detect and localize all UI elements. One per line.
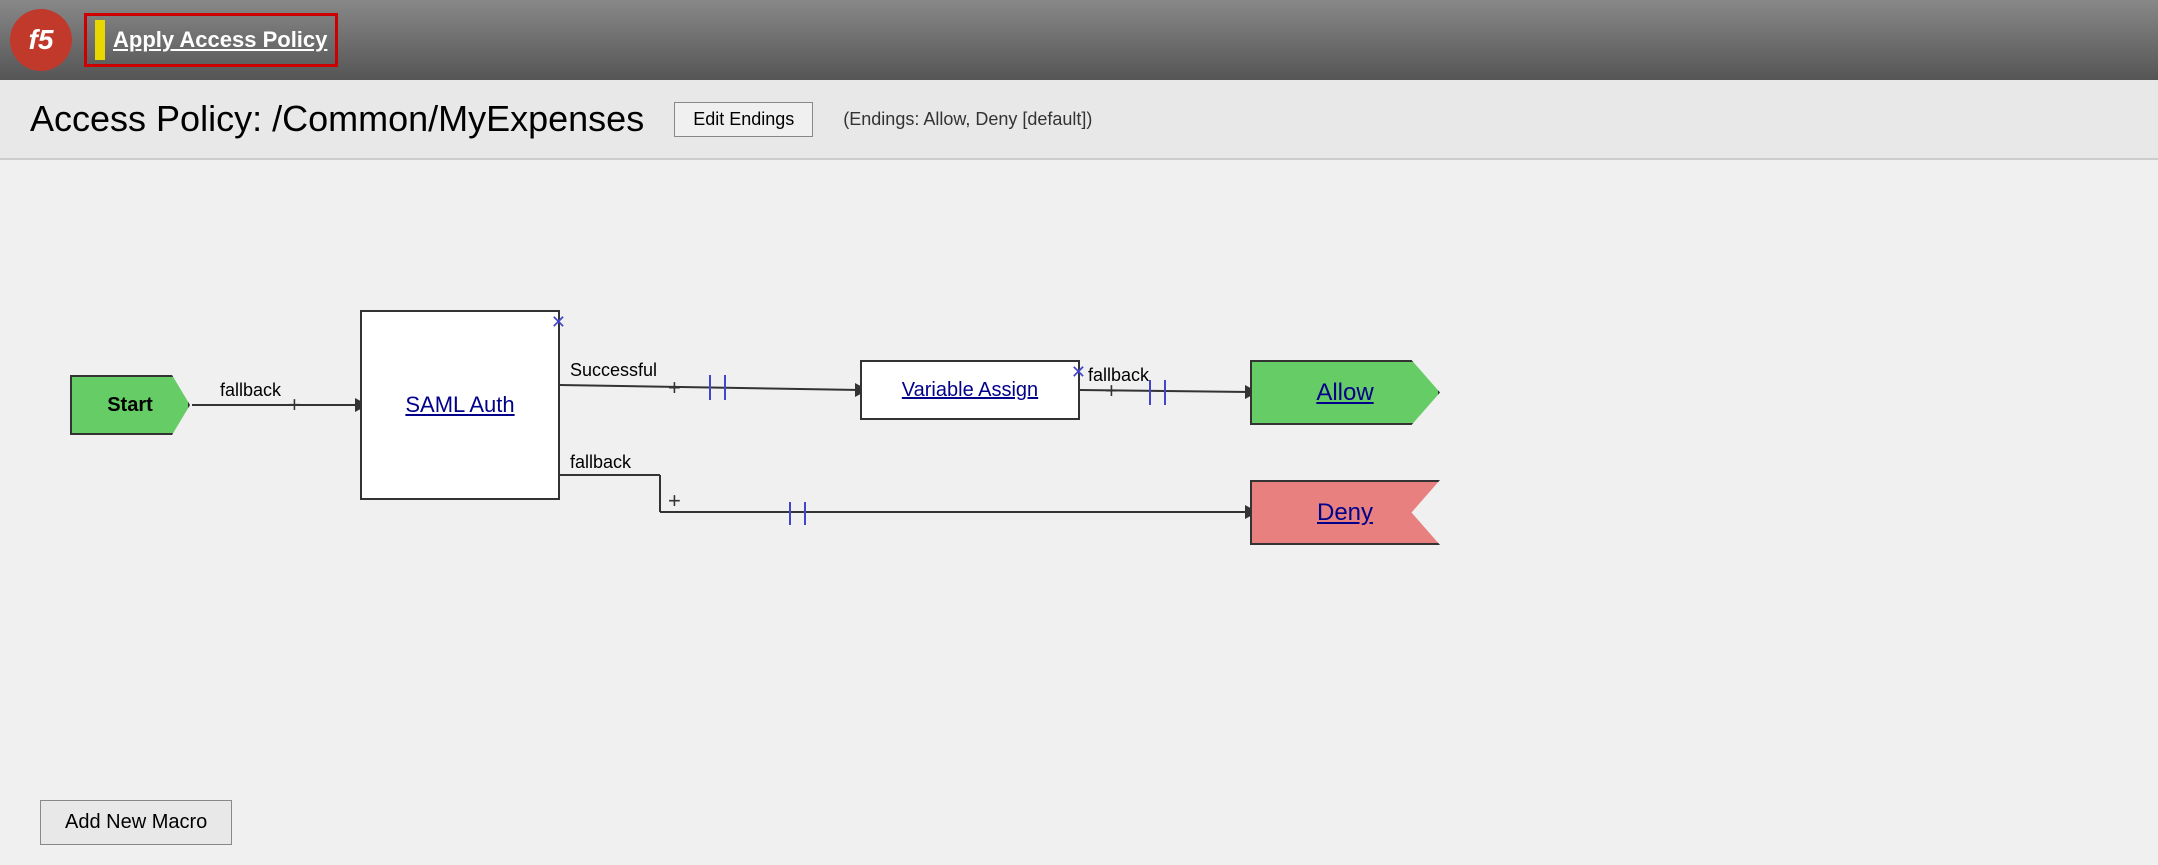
allow-node: Allow <box>1250 360 1440 425</box>
deny-node: Deny <box>1250 480 1440 545</box>
variable-assign-node: Variable Assign ✕ <box>860 360 1080 420</box>
bottom-area: Add New Macro <box>0 780 2158 865</box>
plus-sign-1[interactable]: + <box>288 392 301 418</box>
start-node: Start <box>70 375 190 435</box>
title-bar: Access Policy: /Common/MyExpenses Edit E… <box>0 80 2158 160</box>
f5-logo: f5 <box>10 9 72 71</box>
saml-close-icon[interactable]: ✕ <box>551 312 566 333</box>
saml-auth-node: SAML Auth ✕ <box>360 310 560 500</box>
var-assign-close-icon[interactable]: ✕ <box>1071 362 1086 383</box>
plus-sign-4[interactable]: + <box>668 488 681 514</box>
saml-auth-link[interactable]: SAML Auth <box>405 392 514 418</box>
conn-label-fallback-1: fallback <box>220 380 281 401</box>
flow-diagram: Start fallback + SAML Auth ✕ Successful … <box>40 220 2118 700</box>
plus-sign-3[interactable]: + <box>1105 378 1118 404</box>
plus-sign-2[interactable]: + <box>668 375 681 401</box>
apply-policy-wrapper: Apply Access Policy <box>84 13 338 67</box>
flow-canvas: Start fallback + SAML Auth ✕ Successful … <box>0 160 2158 780</box>
variable-assign-link[interactable]: Variable Assign <box>902 379 1038 402</box>
conn-label-fallback-3: fallback <box>570 452 631 473</box>
endings-info: (Endings: Allow, Deny [default]) <box>843 109 1092 130</box>
start-label: Start <box>107 394 153 417</box>
logo-text: f5 <box>29 24 54 56</box>
yellow-bar-icon <box>95 20 105 60</box>
header: f5 Apply Access Policy <box>0 0 2158 80</box>
allow-link[interactable]: Allow <box>1316 379 1373 407</box>
add-macro-button[interactable]: Add New Macro <box>40 800 232 845</box>
edit-endings-button[interactable]: Edit Endings <box>674 102 813 137</box>
conn-label-fallback-2: fallback <box>1088 365 1149 386</box>
conn-label-successful: Successful <box>570 360 657 381</box>
apply-policy-button[interactable]: Apply Access Policy <box>113 27 327 53</box>
page-title: Access Policy: /Common/MyExpenses <box>30 98 644 140</box>
deny-link[interactable]: Deny <box>1317 499 1373 527</box>
flow-connectors <box>40 220 2118 700</box>
